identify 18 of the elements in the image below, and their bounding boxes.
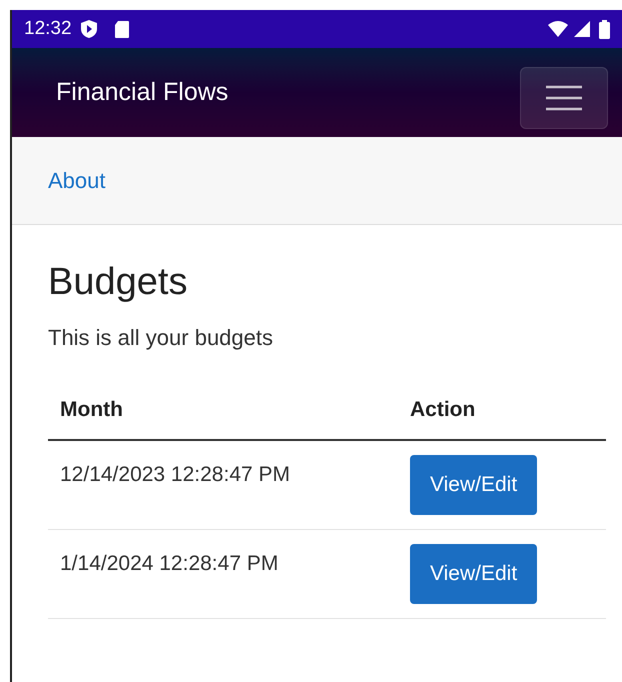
app-title: Financial Flows [56,76,228,108]
column-header: Month [48,380,398,440]
table-cell: 1/14/2024 12:28:47 PM [48,530,398,618]
column-header: Action [398,380,606,440]
page-subtitle: This is all your budgets [48,324,274,352]
menu-button[interactable] [520,67,608,129]
sd-card-icon [114,20,130,38]
wifi-icon [547,20,569,38]
view-edit-button[interactable]: View/Edit [410,544,538,604]
signal-icon [573,20,591,38]
menu-icon [545,85,583,111]
view-edit-button[interactable]: View/Edit [410,455,538,515]
shield-icon [80,19,98,39]
table-cell: 12/14/2023 12:28:47 PM [48,440,398,530]
page-heading: Budgets [48,260,188,305]
nav-link[interactable]: About [48,164,106,197]
battery-icon [599,20,610,38]
status-time: 12:32 [24,16,72,41]
